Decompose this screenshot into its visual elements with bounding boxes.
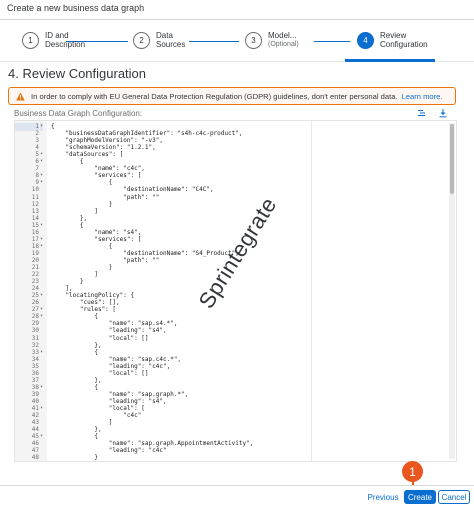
format-icon[interactable] <box>417 108 427 118</box>
wizard-progress: 1 ID and Description 2 Data Sources 3 Mo… <box>0 20 474 62</box>
wizard-step-3[interactable]: 3 Model... (Optional) <box>245 31 299 49</box>
step-number: 3 <box>245 32 262 49</box>
dialog-footer: Previous Create Cancel <box>0 485 474 507</box>
fold-toggle-icon[interactable]: ▾ <box>40 179 43 187</box>
wizard-step-2[interactable]: 2 Data Sources <box>133 31 186 49</box>
warning-icon <box>16 91 25 100</box>
fold-toggle-icon[interactable]: ▾ <box>40 313 43 321</box>
wizard-step-4[interactable]: 4 Review Configuration <box>357 31 428 49</box>
gdpr-warning-strip: In order to comply with EU General Data … <box>8 87 456 105</box>
step-label: Model... (Optional) <box>268 31 299 48</box>
callout-badge: 1 <box>402 461 423 482</box>
previous-button[interactable]: Previous <box>363 490 403 504</box>
fold-toggle-icon[interactable]: ▾ <box>40 292 43 300</box>
section-title: 4. Review Configuration <box>8 66 147 81</box>
step-label: ID and Description <box>45 31 86 49</box>
download-icon[interactable] <box>438 108 448 118</box>
fold-toggle-icon[interactable]: ▾ <box>40 158 43 166</box>
step-connector <box>189 41 239 42</box>
step-number: 2 <box>133 32 150 49</box>
fold-toggle-icon[interactable]: ▾ <box>40 405 43 413</box>
print-margin <box>311 121 312 461</box>
step-number: 1 <box>22 32 39 49</box>
step-label: Data Sources <box>156 31 186 49</box>
learn-more-link[interactable]: Learn more. <box>402 92 443 101</box>
fold-toggle-icon[interactable]: ▾ <box>40 433 43 441</box>
cancel-button[interactable]: Cancel <box>438 490 470 504</box>
wizard-step-1[interactable]: 1 ID and Description <box>22 31 86 49</box>
fold-toggle-icon[interactable]: ▾ <box>40 222 43 230</box>
step-connector <box>314 41 350 42</box>
configuration-label: Business Data Graph Configuration: <box>14 109 143 118</box>
fold-toggle-icon[interactable]: ▾ <box>40 123 44 131</box>
dialog-title: Create a new business data graph <box>0 0 474 20</box>
json-code-editor[interactable]: 1 ▾{2 "businessDataGraphIdentifier": "s4h… <box>14 120 457 462</box>
create-graph-dialog: Create a new business data graph 1 ID an… <box>0 0 474 507</box>
fold-toggle-icon[interactable]: ▾ <box>40 243 43 251</box>
create-button[interactable]: Create <box>404 490 436 504</box>
active-step-indicator <box>345 59 435 62</box>
line-number: 48 <box>31 454 39 462</box>
code-text: } <box>51 454 98 462</box>
step-number: 4 <box>357 32 374 49</box>
fold-toggle-icon[interactable]: ▾ <box>40 384 43 392</box>
warning-text: In order to comply with EU General Data … <box>31 91 398 101</box>
fold-toggle-icon[interactable]: ▾ <box>40 349 43 357</box>
scrollbar-thumb[interactable] <box>450 124 454 194</box>
step-label: Review Configuration <box>380 31 428 49</box>
